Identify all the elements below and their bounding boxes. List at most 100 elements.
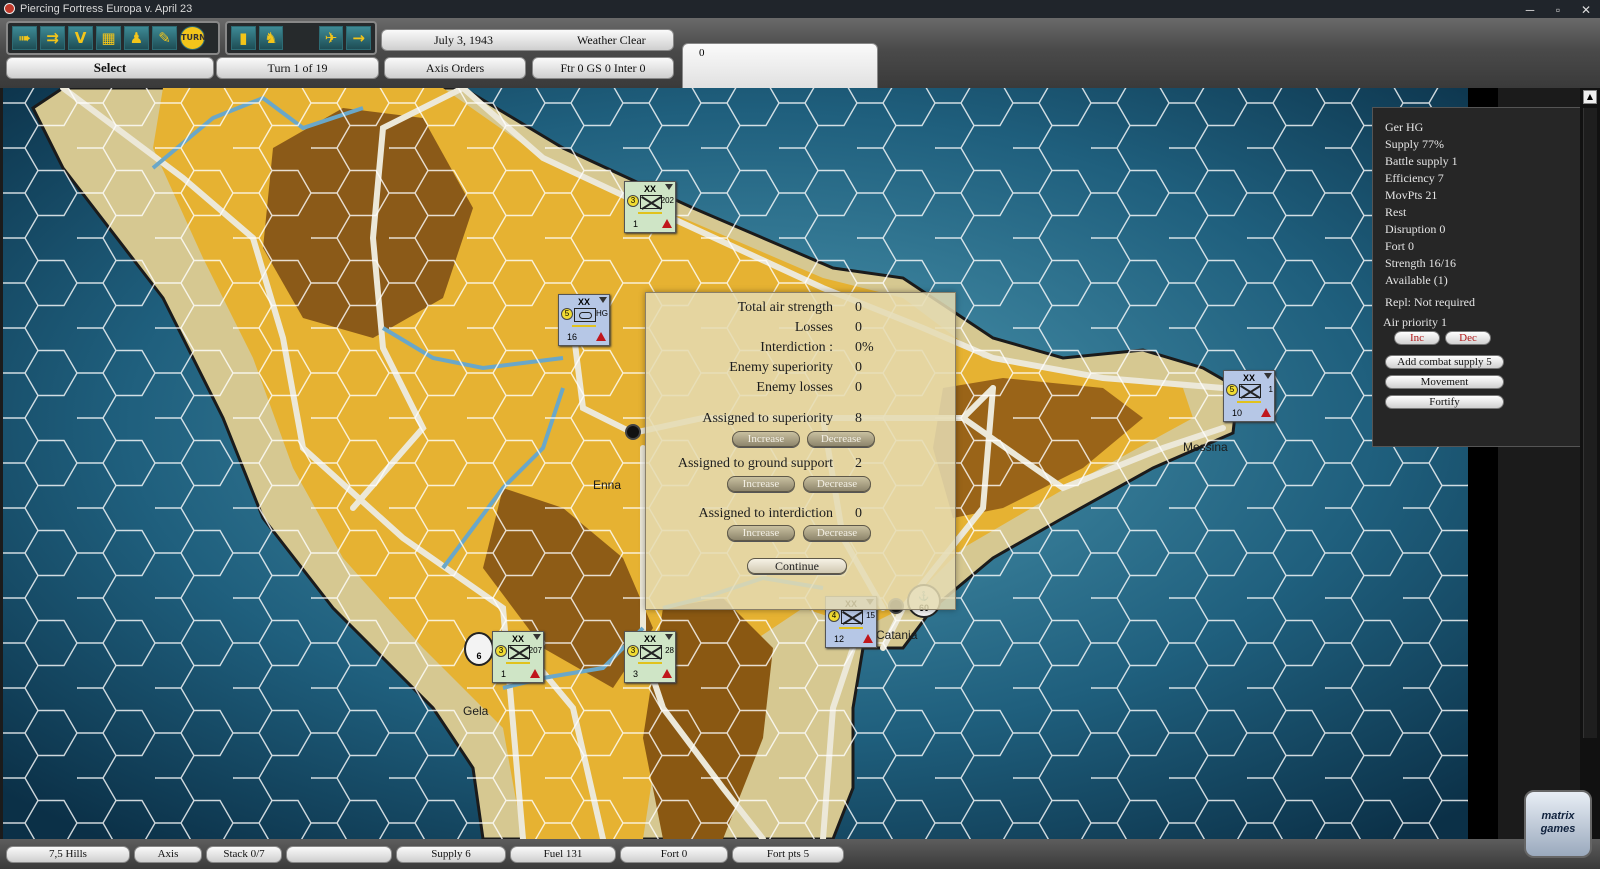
unit-badge: 5 bbox=[561, 308, 573, 320]
unit-counter[interactable]: XX 3 207 1 bbox=[492, 631, 544, 683]
side-field: Axis bbox=[134, 846, 202, 863]
place-messina: Messina bbox=[1183, 440, 1228, 454]
orders-icon[interactable]: ✎ bbox=[152, 26, 177, 50]
unit-strength: 1 bbox=[633, 219, 639, 229]
arrow-icon[interactable]: → bbox=[346, 26, 372, 50]
fort-pts-field: Fort pts 5 bbox=[732, 846, 844, 863]
aircraft-icon[interactable]: ✈ bbox=[318, 26, 344, 50]
unit-movpts: MovPts 21 bbox=[1385, 188, 1438, 202]
unit-badge: 3 bbox=[627, 195, 639, 207]
top-toolbar: ➠ ⇉ V ▦ ♟ ✎ TURN ▮ ♞ ✈ → July 3, 1943 We… bbox=[0, 18, 1600, 97]
stat-value: 0 bbox=[855, 360, 862, 375]
unit-bar bbox=[1237, 401, 1261, 403]
increase-interdiction-button[interactable]: Increase bbox=[727, 525, 795, 541]
unit-bar bbox=[506, 662, 530, 664]
maximize-button[interactable]: ▫ bbox=[1550, 1, 1566, 19]
unit-corner-icon bbox=[1264, 373, 1272, 379]
infantry-icon bbox=[508, 645, 530, 659]
assign-label: Assigned to ground support bbox=[677, 456, 833, 471]
inc-air-priority-button[interactable]: Inc bbox=[1394, 331, 1440, 345]
stat-label: Losses bbox=[794, 320, 833, 335]
increase-superiority-button[interactable]: Increase bbox=[732, 431, 800, 447]
warning-triangle-icon bbox=[863, 634, 873, 643]
unit-corner-icon bbox=[533, 634, 541, 640]
unit-icon[interactable]: ♟ bbox=[124, 26, 149, 50]
unit-available: Available (1) bbox=[1385, 273, 1448, 287]
unit-badge: 3 bbox=[495, 645, 507, 657]
unit-disruption: Disruption 0 bbox=[1385, 222, 1446, 236]
port-gela[interactable]: 6 bbox=[464, 632, 494, 666]
fortify-button[interactable]: Fortify bbox=[1385, 395, 1504, 409]
unit-strength: 3 bbox=[633, 669, 639, 679]
unit-counter-selected[interactable]: XX 5 HG 16 bbox=[558, 294, 610, 346]
unit-info-panel: Ger HG Supply 77% Battle supply 1 Effici… bbox=[1372, 107, 1600, 447]
fuel-field: Fuel 131 bbox=[510, 846, 616, 863]
move-all-icon[interactable]: ➠ bbox=[12, 26, 37, 50]
message-value: 0 bbox=[699, 47, 705, 59]
continue-button[interactable]: Continue bbox=[747, 558, 847, 574]
city-marker-enna[interactable] bbox=[625, 424, 641, 440]
add-combat-supply-button[interactable]: Add combat supply 5 bbox=[1385, 355, 1504, 369]
stat-label: Total air strength bbox=[737, 300, 833, 315]
unit-bar bbox=[839, 627, 863, 629]
supply-field: Supply 6 bbox=[396, 846, 506, 863]
weather-label: Weather Clear bbox=[577, 33, 646, 47]
turn-icon[interactable]: TURN bbox=[180, 26, 206, 50]
app-icon bbox=[4, 3, 15, 14]
unit-bar bbox=[572, 325, 596, 327]
stat-value: 0 bbox=[855, 300, 862, 315]
axis-orders-button[interactable]: Axis Orders bbox=[384, 57, 526, 79]
air-status-field: Ftr 0 GS 0 Inter 0 bbox=[532, 57, 674, 79]
close-button[interactable]: ✕ bbox=[1578, 1, 1594, 19]
scroll-up-icon[interactable]: ▲ bbox=[1583, 90, 1597, 104]
assign-interdiction-row: Assigned to interdiction 0 bbox=[646, 505, 957, 523]
unit-id: 207 bbox=[528, 646, 542, 655]
assign-value: 2 bbox=[855, 456, 862, 471]
stat-label: Enemy losses bbox=[756, 380, 833, 395]
unit-strength: Strength 16/16 bbox=[1385, 256, 1456, 270]
warning-triangle-icon bbox=[662, 219, 672, 228]
stat-label: Interdiction : bbox=[760, 340, 833, 355]
window-titlebar: Piercing Fortress Europa v. April 23 ─ ▫… bbox=[0, 0, 1600, 18]
unit-name: Ger HG bbox=[1385, 120, 1424, 134]
minimize-button[interactable]: ─ bbox=[1522, 1, 1538, 19]
unit-counter[interactable]: XX 3 202 1 bbox=[624, 181, 676, 233]
assign-value: 8 bbox=[855, 411, 862, 426]
soldiers-icon[interactable]: ♞ bbox=[258, 26, 284, 50]
unit-corner-icon bbox=[665, 184, 673, 190]
dec-air-priority-button[interactable]: Dec bbox=[1445, 331, 1491, 345]
stat-row: Interdiction : 0% bbox=[646, 339, 957, 357]
assign-value: 0 bbox=[855, 506, 862, 521]
decrease-ground-support-button[interactable]: Decrease bbox=[803, 476, 871, 492]
move-stack-icon[interactable]: ⇉ bbox=[40, 26, 65, 50]
v-icon[interactable]: V bbox=[68, 26, 93, 50]
unit-counter[interactable]: XX 3 28 3 bbox=[624, 631, 676, 683]
increase-ground-support-button[interactable]: Increase bbox=[727, 476, 795, 492]
select-button[interactable]: Select bbox=[6, 57, 214, 79]
hex-terrain-field: 7,5 Hills bbox=[6, 846, 130, 863]
matrix-games-logo: matrix games bbox=[1524, 790, 1592, 858]
unit-strength: 12 bbox=[834, 634, 845, 644]
turn-indicator: Turn 1 of 19 bbox=[216, 57, 379, 79]
blank-field bbox=[286, 846, 392, 863]
stat-row: Enemy losses 0 bbox=[646, 379, 957, 397]
unit-rest: Rest bbox=[1385, 205, 1407, 219]
unit-id: 202 bbox=[660, 196, 674, 205]
scroll-thumb[interactable] bbox=[1583, 108, 1597, 738]
window-controls: ─ ▫ ✕ bbox=[1522, 1, 1594, 19]
assign-superiority-row: Assigned to superiority 8 bbox=[646, 410, 957, 428]
decrease-interdiction-button[interactable]: Decrease bbox=[803, 525, 871, 541]
chart-icon[interactable]: ▮ bbox=[231, 26, 256, 50]
movement-button[interactable]: Movement bbox=[1385, 375, 1504, 389]
unit-id: 1 bbox=[1268, 385, 1273, 394]
stat-value: 0 bbox=[855, 380, 862, 395]
decrease-superiority-button[interactable]: Decrease bbox=[807, 431, 875, 447]
unit-id: 15 bbox=[866, 611, 875, 620]
map-scrollbar[interactable]: ▲ bbox=[1580, 88, 1600, 839]
city-icon[interactable]: ▦ bbox=[96, 26, 121, 50]
unit-fort: Fort 0 bbox=[1385, 239, 1415, 253]
unit-counter[interactable]: XX 5 1 10 bbox=[1223, 370, 1275, 422]
unit-corner-icon bbox=[665, 634, 673, 640]
date-weather-field: July 3, 1943 Weather Clear bbox=[381, 29, 674, 51]
